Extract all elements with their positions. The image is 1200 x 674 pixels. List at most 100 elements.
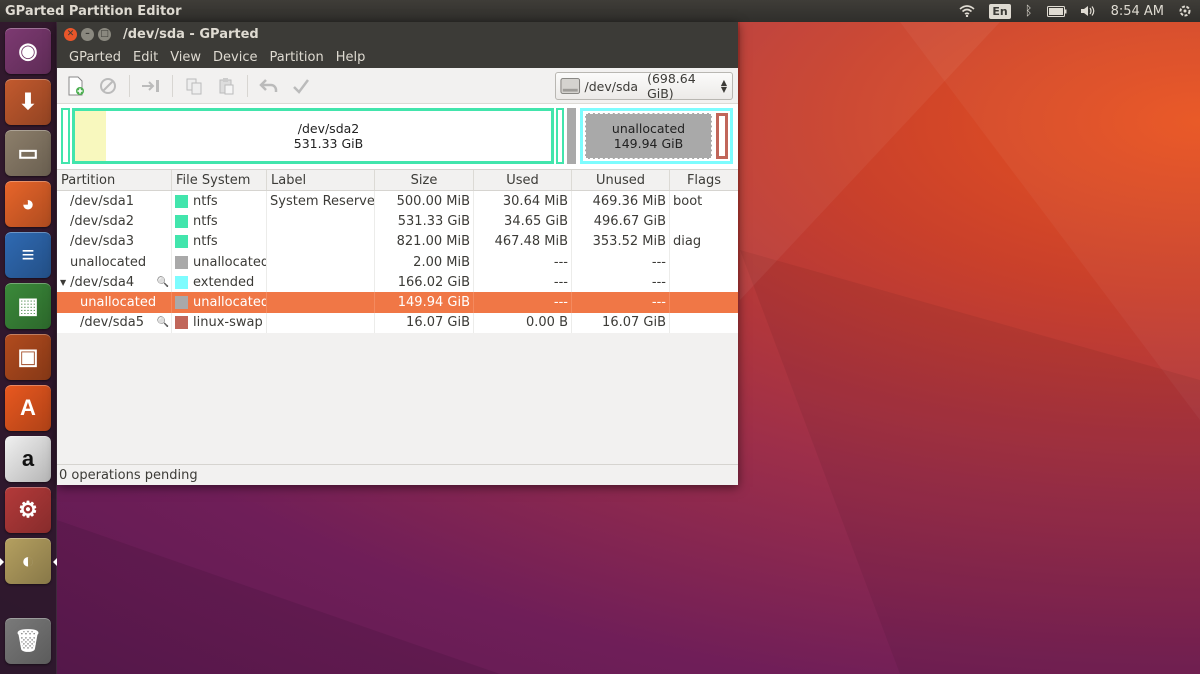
filesystem-color-swatch — [175, 275, 188, 289]
table-row[interactable]: /dev/sda2 ntfs 531.33 GiB 34.65 GiB 496.67 G… — [57, 211, 738, 232]
cell-partition: /dev/sda3 — [57, 231, 172, 252]
col-filesystem[interactable]: File System — [172, 170, 267, 190]
table-body: /dev/sda1 ntfs System Reserved 500.00 MiB 30… — [57, 191, 738, 334]
map-sda4-extended[interactable]: unallocated 149.94 GiB — [580, 108, 733, 164]
status-text: 0 operations pending — [59, 467, 198, 483]
map-sda2-size: 531.33 GiB — [293, 136, 364, 151]
expander-triangle-icon[interactable]: ▼ — [60, 278, 66, 287]
top-panel: GParted Partition Editor En ᛒ 8:54 AM — [0, 0, 1200, 22]
cell-partition: ▼ /dev/sda4 🔍 — [57, 272, 172, 293]
table-row[interactable]: unallocated unallocated 2.00 MiB --- --- — [57, 251, 738, 273]
cell-unused-text: 353.52 MiB — [592, 234, 666, 250]
close-icon[interactable]: ✕ — [64, 27, 77, 41]
undo-icon[interactable] — [258, 75, 280, 97]
col-label[interactable]: Label — [267, 170, 375, 190]
paste-icon[interactable] — [215, 75, 237, 97]
filesystem-color-swatch — [175, 194, 188, 208]
cell-label — [267, 251, 375, 273]
launcher-firefox-icon[interactable]: ◕ — [5, 181, 51, 227]
filesystem-color-swatch — [175, 214, 188, 228]
launcher-writer-icon[interactable]: ≡ — [5, 232, 51, 278]
launcher-amazon-icon[interactable]: a — [5, 436, 51, 482]
map-small-unallocated[interactable] — [567, 108, 576, 164]
resize-move-icon[interactable] — [140, 75, 162, 97]
filesystem-name: unallocated — [193, 295, 267, 311]
cell-flags-text: diag — [673, 234, 702, 250]
cell-used: 0.00 B — [474, 312, 572, 334]
volume-icon[interactable] — [1080, 5, 1097, 17]
launcher-impress-icon[interactable]: ▣ — [5, 334, 51, 380]
cell-size: 149.94 GiB — [375, 292, 474, 313]
copy-icon[interactable] — [183, 75, 205, 97]
col-partition[interactable]: Partition — [57, 170, 172, 190]
cell-used-text: 467.48 MiB — [494, 234, 568, 250]
cell-used-text: --- — [553, 254, 568, 270]
table-row[interactable]: /dev/sda1 ntfs System Reserved 500.00 MiB 30… — [57, 191, 738, 212]
device-size: (698.64 GiB) — [647, 71, 696, 101]
menu-edit[interactable]: Edit — [127, 50, 164, 65]
cell-partition: /dev/sda1 — [57, 191, 172, 212]
menu-view[interactable]: View — [164, 50, 207, 65]
window-titlebar[interactable]: ✕ – □ /dev/sda - GParted — [57, 22, 738, 46]
apply-icon[interactable] — [290, 75, 312, 97]
map-sda3[interactable] — [556, 108, 564, 164]
power-gear-icon[interactable] — [1178, 4, 1192, 18]
table-row[interactable]: /dev/sda3 ntfs 821.00 MiB 467.48 MiB 353.52 … — [57, 231, 738, 252]
col-unused[interactable]: Unused — [572, 170, 670, 190]
map-sda1[interactable] — [61, 108, 70, 164]
wifi-icon[interactable] — [959, 5, 975, 17]
map-sda5[interactable] — [716, 113, 728, 159]
cell-used-text: --- — [553, 295, 568, 311]
cell-partition: unallocated — [57, 251, 172, 273]
keyboard-layout-indicator[interactable]: En — [989, 3, 1011, 19]
device-selector[interactable]: /dev/sda (698.64 GiB) ▲ ▼ — [555, 71, 733, 101]
window-title: /dev/sda - GParted — [123, 26, 259, 42]
table-row[interactable]: ▼ /dev/sda4 🔍 extended 166.02 GiB --- --- — [57, 272, 738, 293]
cell-unused-text: 16.07 GiB — [602, 315, 666, 331]
table-row[interactable]: unallocated unallocated 149.94 GiB --- --- — [57, 292, 738, 313]
bluetooth-icon[interactable]: ᛒ — [1025, 4, 1033, 19]
cell-unused: 496.67 GiB — [572, 211, 670, 232]
map-sda2[interactable]: /dev/sda2 531.33 GiB — [72, 108, 554, 164]
launcher-installer-icon[interactable]: ⬇ — [5, 79, 51, 125]
launcher-gparted-icon[interactable]: ◐ — [5, 538, 51, 584]
menu-help[interactable]: Help — [330, 50, 372, 65]
launcher-calc-icon[interactable]: ▦ — [5, 283, 51, 329]
launcher-files-icon[interactable]: ▭ — [5, 130, 51, 176]
new-partition-icon[interactable] — [65, 75, 87, 97]
cell-filesystem: linux-swap — [172, 312, 267, 334]
launcher-ubuntu-dash-icon[interactable]: ◉ — [5, 28, 51, 74]
menu-gparted[interactable]: GParted — [63, 50, 127, 65]
key-icon: 🔍 — [156, 317, 169, 329]
cell-flags — [670, 313, 738, 333]
cell-label — [267, 211, 375, 232]
launcher-trash-icon[interactable]: 🗑 — [5, 618, 51, 664]
cell-size-text: 500.00 MiB — [396, 193, 470, 209]
cell-size: 500.00 MiB — [375, 191, 474, 212]
cell-partition: /dev/sda2 — [57, 211, 172, 232]
filesystem-color-swatch — [175, 316, 188, 330]
menu-partition[interactable]: Partition — [264, 50, 330, 65]
maximize-icon[interactable]: □ — [98, 27, 111, 41]
delete-icon[interactable] — [97, 75, 119, 97]
table-row[interactable]: /dev/sda5 🔍 linux-swap 16.07 GiB 0.00 B 16.07… — [57, 312, 738, 334]
clock[interactable]: 8:54 AM — [1111, 4, 1164, 19]
cell-flags: diag — [670, 232, 738, 252]
partition-name: /dev/sda5 — [80, 315, 144, 331]
col-used[interactable]: Used — [474, 170, 572, 190]
menu-device[interactable]: Device — [207, 50, 263, 65]
cell-flags — [670, 252, 738, 272]
cell-size-text: 821.00 MiB — [396, 234, 470, 250]
battery-icon[interactable] — [1046, 5, 1067, 17]
minimize-icon[interactable]: – — [81, 27, 94, 41]
key-icon: 🔍 — [156, 276, 169, 288]
launcher-software-icon[interactable]: A — [5, 385, 51, 431]
partition-name: unallocated — [70, 254, 147, 270]
col-size[interactable]: Size — [375, 170, 474, 190]
map-sda2-name: /dev/sda2 — [297, 121, 360, 136]
cell-size-text: 166.02 GiB — [397, 274, 470, 290]
col-flags[interactable]: Flags — [670, 170, 738, 190]
map-unallocated-selected[interactable]: unallocated 149.94 GiB — [585, 113, 712, 159]
cell-size: 16.07 GiB — [375, 312, 474, 334]
launcher-settings-icon[interactable]: ⚙ — [5, 487, 51, 533]
